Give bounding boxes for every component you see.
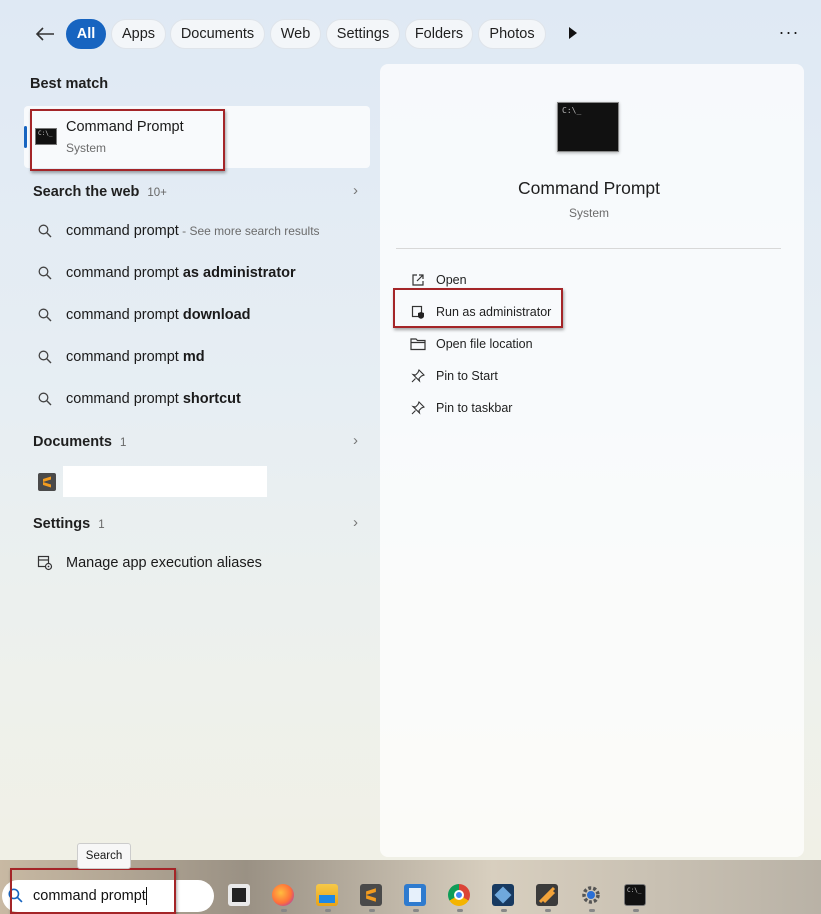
selection-indicator [24, 126, 27, 148]
tab-apps[interactable]: Apps [111, 19, 166, 49]
search-tooltip: Search [77, 843, 131, 869]
pin-icon [400, 401, 436, 415]
tab-settings[interactable]: Settings [326, 19, 400, 49]
running-indicator [457, 909, 463, 912]
web-result[interactable]: command prompt download [24, 294, 370, 336]
settings-count: 1 [98, 519, 105, 531]
more-options-button[interactable]: ··· [778, 22, 800, 46]
tab-all[interactable]: All [66, 19, 106, 49]
running-indicator [369, 909, 375, 912]
search-icon [24, 224, 66, 238]
web-section-header[interactable]: Search the web 10+ › [24, 178, 370, 206]
web-result[interactable]: command prompt as administrator [24, 252, 370, 294]
action-label: Open file location [436, 337, 533, 351]
running-indicator [633, 909, 639, 912]
tab-photos[interactable]: Photos [478, 19, 546, 49]
settings-result[interactable]: Manage app execution aliases [24, 542, 370, 584]
chevron-right-icon: › [353, 432, 358, 449]
command-prompt-taskbar-icon[interactable]: C:\_ [624, 884, 646, 906]
file-explorer-icon[interactable] [316, 884, 338, 906]
web-result[interactable]: command prompt - See more search results [24, 210, 370, 252]
app-alias-settings-icon [24, 555, 66, 571]
web-result-hint: - See more search results [178, 224, 320, 238]
settings-gear-icon[interactable] [580, 884, 602, 906]
web-result-bold: shortcut [182, 391, 241, 407]
running-indicator [545, 909, 551, 912]
settings-result-label: Manage app execution aliases [66, 555, 262, 571]
tab-folders[interactable]: Folders [405, 19, 473, 49]
chevron-right-icon: › [353, 182, 358, 199]
chevron-right-icon: › [353, 514, 358, 531]
highlight-box [393, 288, 563, 328]
search-icon [24, 308, 66, 322]
running-indicator [501, 909, 507, 912]
back-arrow-icon [35, 27, 54, 41]
documents-section-header[interactable]: Documents 1 › [24, 428, 370, 456]
divider [396, 248, 781, 249]
pin-icon [400, 369, 436, 383]
web-result[interactable]: command prompt shortcut [24, 378, 370, 420]
running-indicator [325, 909, 331, 912]
redacted-document-name [63, 466, 267, 497]
action-label: Pin to taskbar [436, 401, 513, 415]
search-icon [24, 350, 66, 364]
web-result-text: command prompt [66, 223, 179, 239]
web-result[interactable]: command prompt md [24, 336, 370, 378]
web-result-bold: as administrator [182, 265, 296, 281]
documents-heading: Documents [33, 434, 112, 450]
action-open-file-location[interactable]: Open file location [400, 329, 533, 359]
firefox-icon[interactable] [272, 884, 294, 906]
running-indicator [589, 909, 595, 912]
settings-heading: Settings [33, 516, 91, 532]
documents-count: 1 [119, 437, 127, 449]
chrome-icon[interactable] [448, 884, 470, 906]
search-icon [24, 266, 66, 280]
highlight-box [10, 868, 176, 914]
sublime-text-icon [38, 473, 56, 491]
search-icon [24, 392, 66, 406]
running-indicator [413, 909, 419, 912]
web-heading: Search the web [33, 184, 140, 200]
back-button[interactable] [30, 20, 60, 48]
web-count: 10+ [147, 187, 167, 199]
folder-icon [400, 337, 436, 351]
action-label: Pin to Start [436, 369, 498, 383]
web-result-bold: md [182, 349, 205, 365]
task-view-icon[interactable] [228, 884, 250, 906]
virtualbox-icon[interactable] [492, 884, 514, 906]
tab-documents[interactable]: Documents [170, 19, 265, 49]
web-result-bold: download [182, 307, 251, 323]
best-match-heading: Best match [30, 76, 109, 92]
action-pin-to-taskbar[interactable]: Pin to taskbar [400, 393, 512, 423]
play-icon [569, 27, 577, 39]
settings-section-header[interactable]: Settings 1 › [24, 510, 370, 538]
web-result-text: command prompt [66, 265, 183, 281]
web-result-text: command prompt [66, 349, 183, 365]
sublime-text-icon[interactable] [360, 884, 382, 906]
web-result-text: command prompt [66, 391, 183, 407]
command-prompt-large-icon: C:\_ [557, 102, 619, 152]
preview-subtitle: System [568, 206, 609, 220]
highlight-box [30, 109, 225, 171]
preview-title: Command Prompt [518, 178, 660, 198]
web-result-text: command prompt [66, 307, 183, 323]
running-indicator [281, 909, 287, 912]
notebook-app-icon[interactable] [404, 884, 426, 906]
more-tabs-button[interactable] [561, 26, 585, 42]
app-icon[interactable] [536, 884, 558, 906]
open-external-icon [400, 273, 436, 287]
action-label: Open [436, 273, 467, 287]
action-pin-to-start[interactable]: Pin to Start [400, 361, 498, 391]
tab-web[interactable]: Web [270, 19, 321, 49]
document-result[interactable] [24, 462, 370, 502]
